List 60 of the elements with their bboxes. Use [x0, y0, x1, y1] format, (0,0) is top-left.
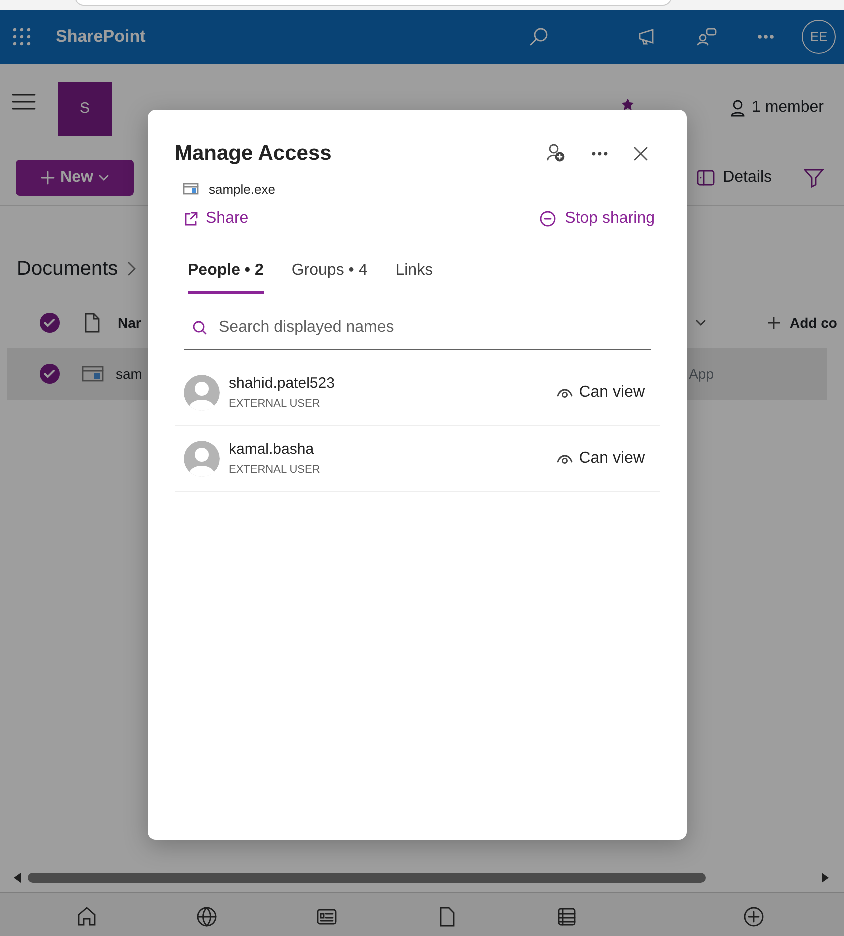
user-type-label: EXTERNAL USER [229, 462, 320, 478]
add-circle-icon [743, 906, 765, 928]
select-all-checkbox[interactable] [40, 313, 60, 333]
search-icon [528, 26, 550, 48]
table-cell-text: App [689, 364, 714, 384]
chat-bubbles-icon [696, 26, 718, 48]
share-button[interactable]: Share [183, 207, 249, 231]
person-name: kamal.basha [229, 440, 316, 460]
row-checkbox[interactable] [40, 364, 60, 384]
menu-icon [12, 92, 36, 112]
app-window-icon [183, 183, 199, 196]
details-button[interactable]: Details [693, 162, 776, 194]
star-icon [622, 99, 634, 111]
ellipsis-icon [592, 152, 608, 156]
person-name: shahid.patel523 [229, 374, 335, 394]
ellipsis-icon [758, 35, 774, 39]
avatar-icon [184, 440, 220, 476]
search-icon [193, 320, 207, 334]
account-avatar[interactable]: EE [802, 20, 836, 54]
waffle-icon [12, 27, 32, 47]
avatar-icon [184, 374, 220, 410]
plus-icon [40, 170, 55, 184]
list-icon [556, 906, 578, 928]
permission-button[interactable]: Can view [551, 380, 651, 406]
close-icon [634, 146, 648, 161]
minus-circle-icon [540, 211, 556, 227]
chevron-down-icon [99, 174, 110, 182]
site-logo: S [58, 82, 112, 136]
share-icon [183, 211, 199, 227]
chevron-down-icon [696, 319, 706, 327]
filter-icon [804, 168, 824, 188]
tab[interactable]: Groups • 4 [292, 259, 368, 294]
panel-icon [697, 170, 716, 186]
eye-icon [557, 452, 574, 464]
file-name: sam [116, 364, 142, 384]
dialog-title: Manage Access [175, 141, 332, 167]
members-button[interactable]: 1 member [726, 92, 828, 124]
app-name[interactable]: SharePoint [56, 24, 146, 50]
tab[interactable]: Links [396, 259, 434, 294]
scroll-left-icon [14, 873, 22, 883]
column-header[interactable]: Nar [118, 312, 142, 334]
tab[interactable]: People • 2 [188, 259, 264, 294]
new-button[interactable]: New [16, 160, 134, 196]
file-icon [84, 313, 100, 333]
eye-icon [557, 386, 574, 398]
plus-icon [768, 317, 780, 329]
breadcrumb-link[interactable]: Documents [17, 254, 118, 298]
user-type-label: EXTERNAL USER [229, 396, 322, 412]
file-name: sample.exe [209, 180, 276, 199]
scrollbar-thumb[interactable] [28, 873, 706, 883]
app-window-icon [82, 366, 104, 382]
person-add-icon [546, 142, 566, 163]
scroll-right-icon [822, 873, 830, 883]
permission-button[interactable]: Can view [551, 446, 651, 472]
globe-icon [196, 906, 218, 928]
chevron-right-icon [128, 262, 136, 276]
stop-sharing-button[interactable]: Stop sharing [540, 207, 655, 231]
home-icon [76, 906, 98, 928]
add-column-button[interactable]: Add co [764, 308, 842, 338]
person-icon [730, 99, 746, 117]
